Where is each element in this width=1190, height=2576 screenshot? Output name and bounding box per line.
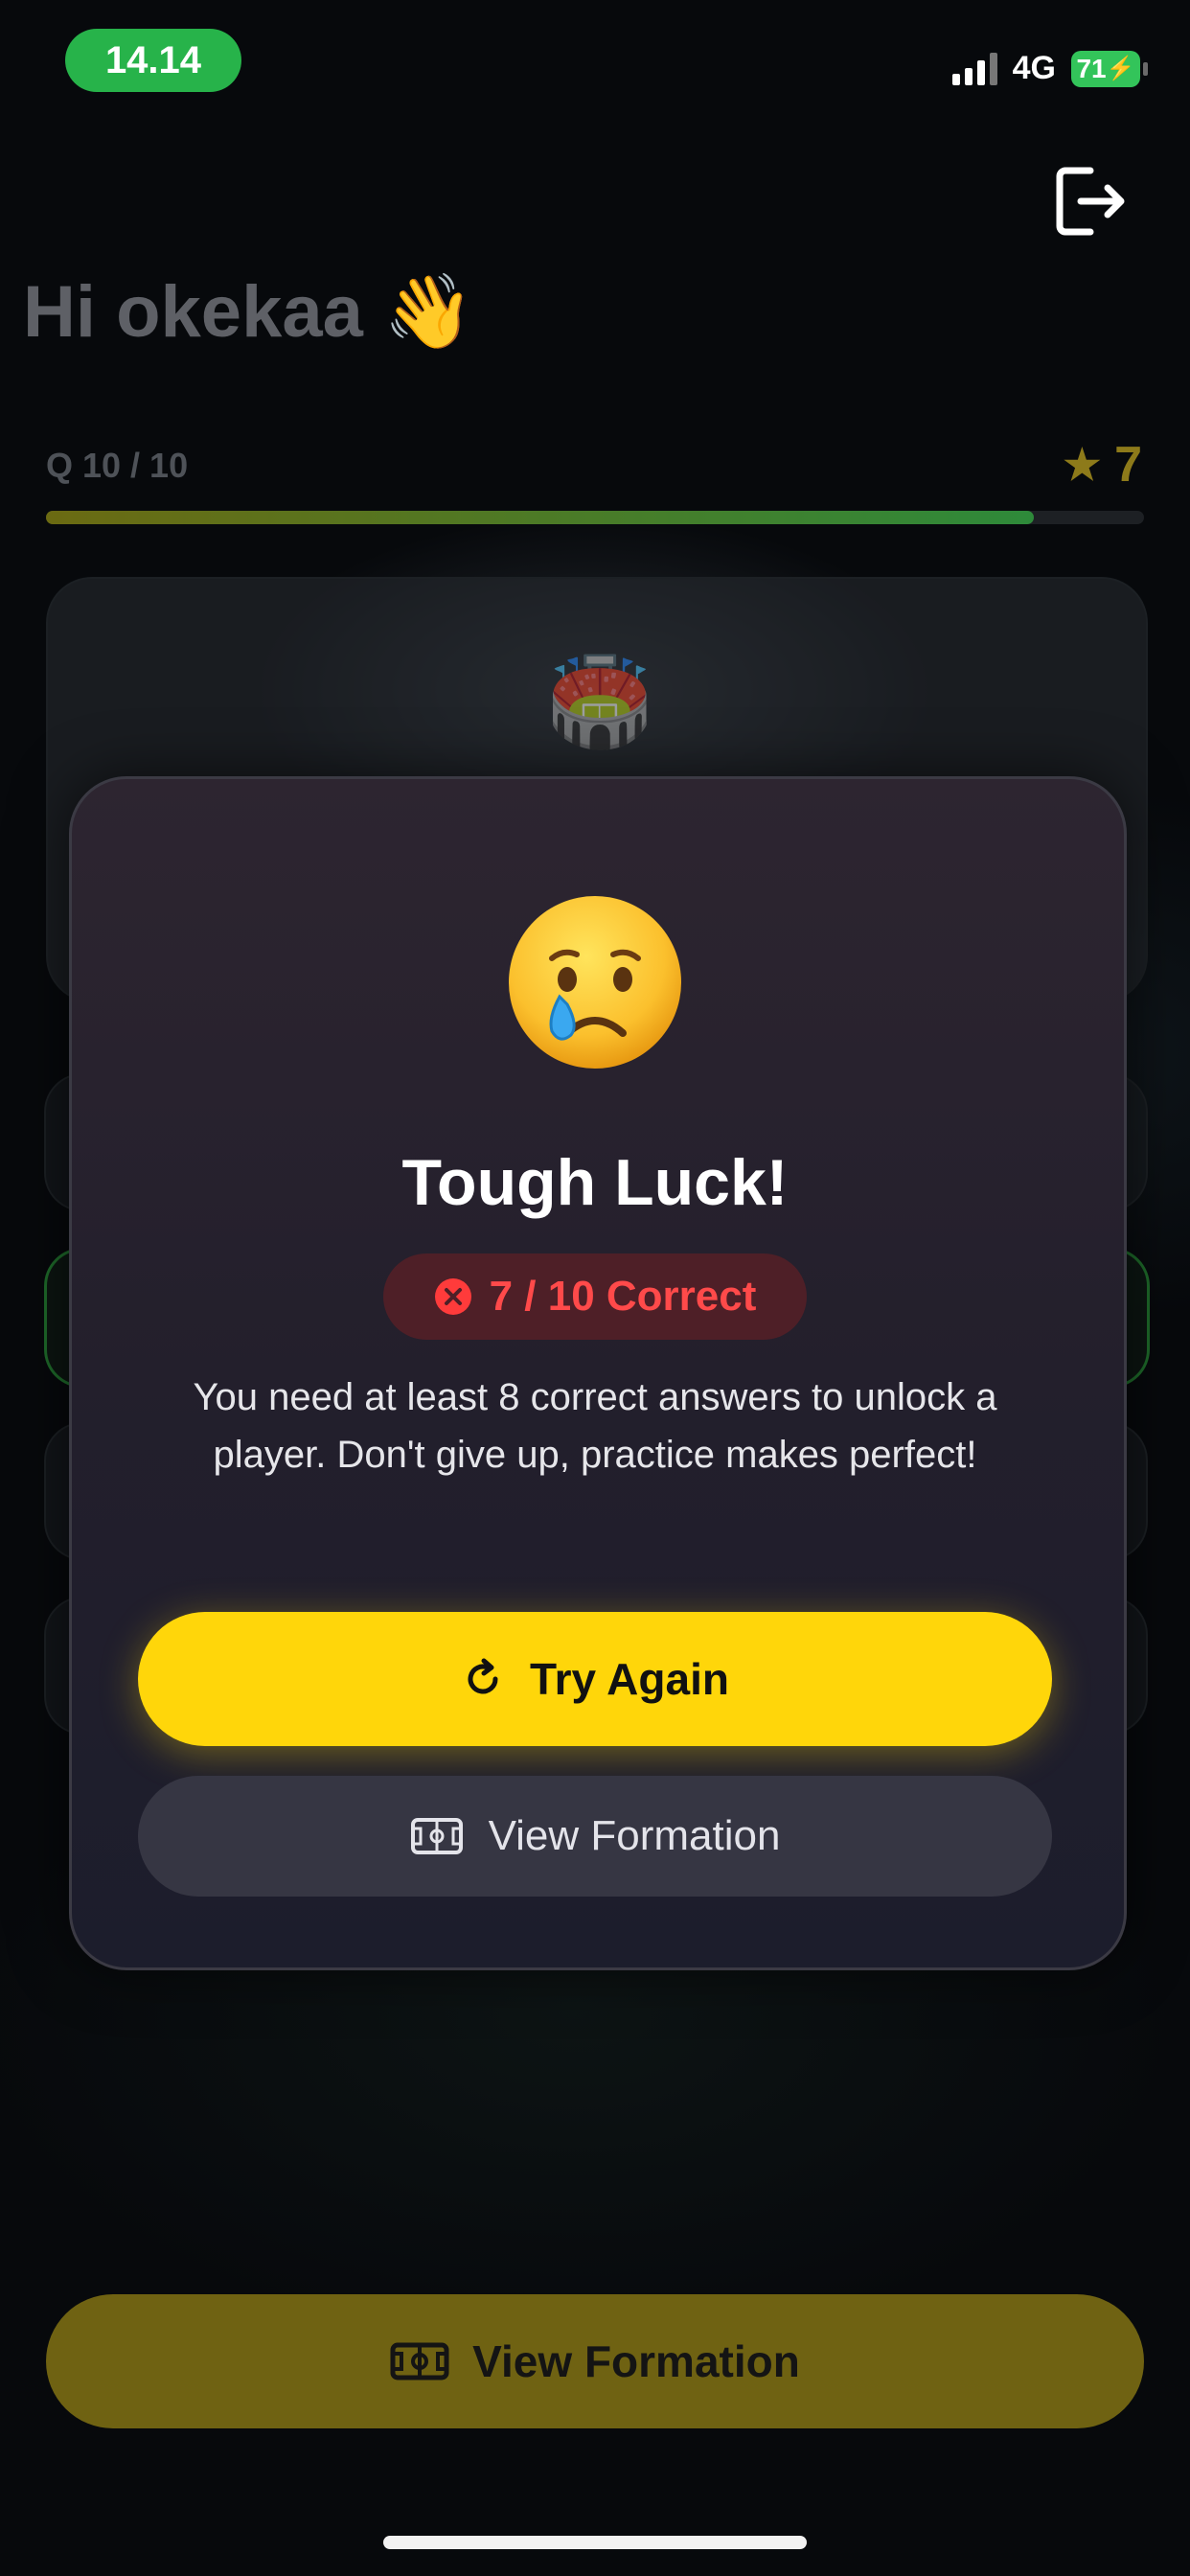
battery-icon: 71 ⚡ — [1071, 50, 1148, 87]
modal-title: Tough Luck! — [401, 1146, 789, 1219]
crying-face-icon — [509, 896, 681, 1069]
greeting-title: Hi okekaa 👋 — [23, 271, 474, 353]
home-indicator — [383, 2536, 807, 2549]
star-icon: ★ — [1063, 441, 1102, 489]
score-display: ★ 7 — [1064, 436, 1142, 494]
formation-icon — [410, 1818, 463, 1854]
signal-icon — [951, 52, 997, 85]
view-formation-button[interactable]: View Formation — [138, 1776, 1052, 1897]
retry-icon — [468, 1658, 498, 1694]
view-formation-label: View Formation — [488, 1812, 781, 1859]
modal-message: You need at least 8 correct answers to u… — [193, 1376, 997, 1476]
result-badge: 7 / 10 Correct — [383, 1254, 807, 1340]
logout-icon[interactable] — [1052, 163, 1129, 240]
battery-level: 71 — [1076, 53, 1107, 83]
quiz-progress-fill — [46, 511, 1035, 524]
status-indicators: 4G 71 ⚡ — [951, 50, 1148, 87]
result-text: 7 / 10 Correct — [489, 1273, 757, 1320]
try-again-label: Try Again — [530, 1654, 729, 1704]
error-x-icon — [434, 1278, 471, 1315]
score-value: 7 — [1114, 437, 1142, 493]
bottom-view-formation-label: View Formation — [472, 2336, 800, 2386]
network-label: 4G — [1012, 50, 1056, 86]
question-counter: Q 10 / 10 — [46, 446, 189, 485]
try-again-button[interactable]: Try Again — [138, 1612, 1052, 1746]
bottom-view-formation-button[interactable]: View Formation — [46, 2294, 1144, 2428]
status-time: 14.14 — [65, 29, 241, 92]
stadium-icon: 🏟️ — [546, 655, 654, 750]
formation-icon — [390, 2342, 449, 2380]
quiz-progress-bar — [46, 511, 1144, 524]
